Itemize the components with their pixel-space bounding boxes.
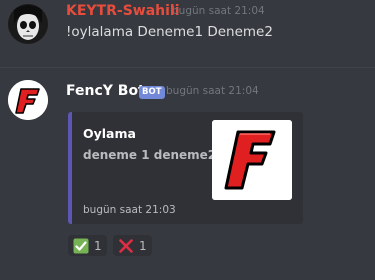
embed-title: Oylama: [83, 126, 136, 141]
message-timestamp: bugün saat 21:04: [166, 85, 259, 97]
message-timestamp: bugün saat 21:04: [172, 5, 265, 17]
embed-footer-timestamp: bugün saat 21:03: [83, 204, 176, 216]
bot-tag: BOT: [139, 86, 165, 99]
avatar[interactable]: [8, 4, 48, 44]
message-username[interactable]: KEYTR-Swahili: [66, 3, 180, 19]
letter-f-thumbnail-icon: [212, 120, 292, 200]
message-divider: [0, 67, 375, 68]
embed: Oylama deneme 1 deneme2 bugün saat 21:03: [68, 112, 303, 224]
check-mark-icon: [73, 238, 89, 253]
reaction-count: 1: [94, 238, 102, 253]
embed-description: deneme 1 deneme2: [83, 148, 217, 162]
reaction-cross[interactable]: 1: [113, 235, 152, 256]
skull-avatar-icon: [8, 4, 48, 44]
embed-thumbnail[interactable]: [212, 120, 292, 200]
avatar[interactable]: [8, 80, 48, 120]
message-username[interactable]: FencY Bot: [66, 83, 145, 99]
message-content: !oylalama Deneme1 Deneme2: [66, 24, 273, 40]
letter-f-avatar-icon: [8, 80, 48, 120]
cross-mark-icon: [119, 238, 133, 253]
reaction-check[interactable]: 1: [68, 235, 107, 256]
reaction-count: 1: [139, 238, 147, 253]
